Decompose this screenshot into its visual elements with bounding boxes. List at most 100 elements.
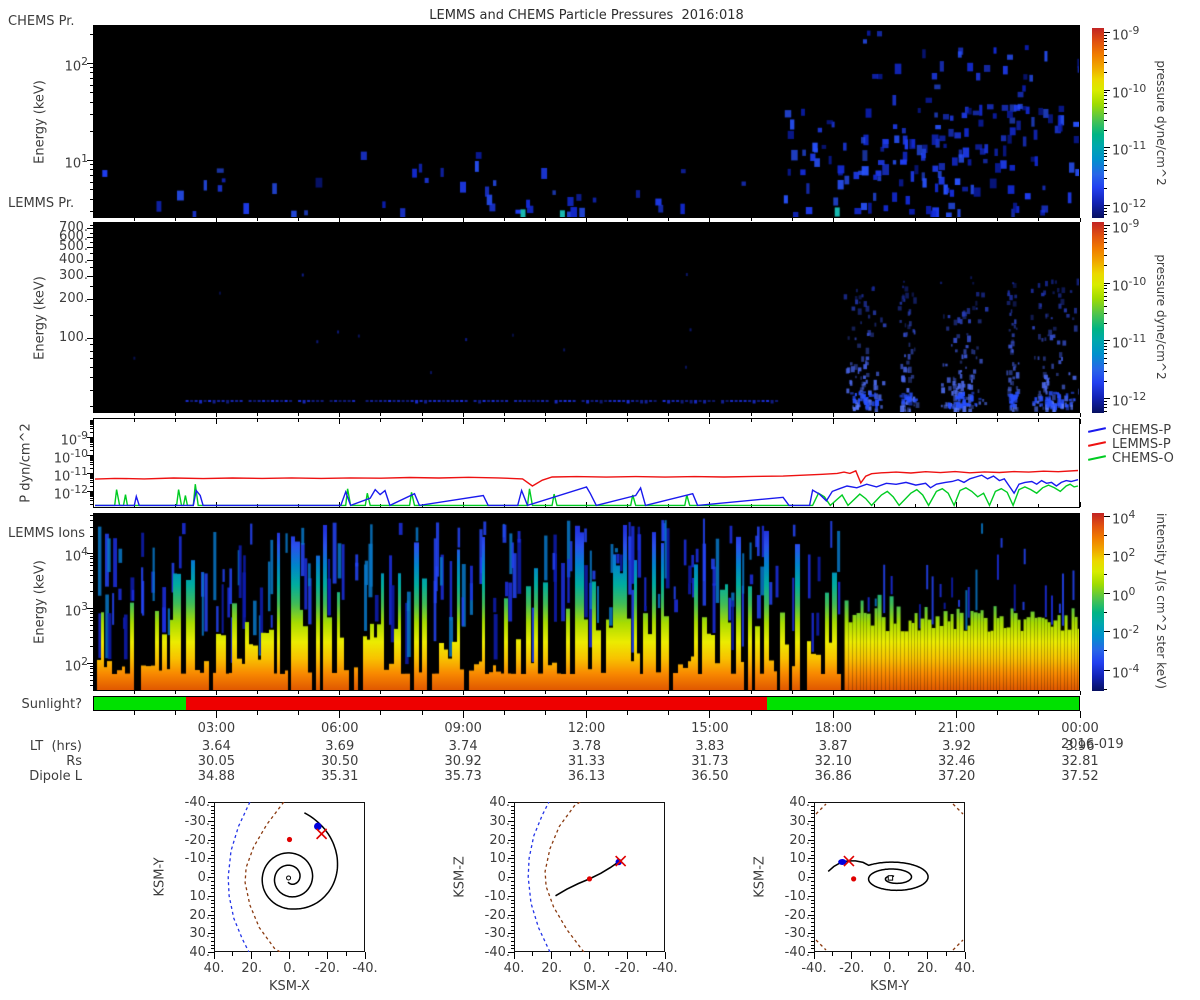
- cb-tick: [1104, 214, 1107, 216]
- cb-tick: [1104, 242, 1107, 244]
- x-tick: [421, 711, 423, 715]
- y-tick: [90, 679, 93, 681]
- y-tick: [90, 629, 93, 631]
- cb-tick: [1104, 49, 1107, 51]
- x-tick: [750, 691, 752, 694]
- time-tick-label: 09:00: [444, 721, 482, 736]
- x-tick: [750, 413, 752, 416]
- orbit-y-tick: [211, 937, 214, 938]
- x-tick: [503, 218, 505, 221]
- orbit-y-tick: [811, 873, 814, 875]
- orbit-y-tick: [511, 865, 514, 867]
- y-tick: [90, 253, 93, 255]
- y-tick-label: 104: [64, 545, 88, 565]
- y-tick: [90, 439, 93, 441]
- orbit-y-tick: [811, 813, 814, 815]
- x-tick: [462, 711, 464, 718]
- axis-row-value: 3.78: [572, 739, 601, 754]
- orbit-y-tick: [211, 940, 214, 942]
- cb-tick: [1104, 147, 1110, 149]
- orbit-y-axis-label: KSM-Y: [152, 857, 168, 897]
- x-tick: [503, 711, 505, 715]
- cb-tick-label: 100: [1112, 584, 1136, 605]
- sunlight-segment-shadow: [185, 697, 767, 710]
- cb-tick: [1104, 37, 1107, 39]
- x-tick: [709, 711, 711, 718]
- orbit-x-tick: [607, 952, 609, 956]
- cb-tick: [1104, 516, 1110, 517]
- orbit-x-tick-label: 40.: [954, 961, 976, 976]
- cb-tick: [1104, 265, 1107, 267]
- time-tick-label: 15:00: [691, 721, 729, 736]
- y-tick: [90, 460, 93, 462]
- y-tick: [90, 565, 93, 567]
- y-tick: [90, 492, 93, 494]
- y-tick: [90, 482, 93, 484]
- y-tick: [90, 232, 93, 234]
- orbit-curve: [227, 802, 251, 952]
- cb-tick: [1104, 230, 1107, 232]
- orbit-y-tick: [511, 832, 514, 833]
- cb-tick: [1104, 207, 1107, 209]
- y-tick: [90, 569, 93, 571]
- cb-tick: [1104, 410, 1107, 412]
- orbit-x-tick: [870, 952, 872, 956]
- x-tick: [339, 711, 341, 718]
- cb-tick-label: 10-10: [1112, 81, 1147, 102]
- y-tick: [90, 591, 93, 593]
- orbit-marker-dot: [586, 876, 593, 882]
- x-tick: [174, 691, 176, 694]
- orbit-y-tick: [811, 929, 814, 931]
- x-tick: [298, 413, 300, 416]
- cb-tick: [1104, 345, 1107, 347]
- y-tick: [90, 67, 93, 69]
- cb-tick: [1104, 282, 1110, 284]
- y-tick: [90, 671, 93, 673]
- orbit-y-tick: [511, 884, 514, 886]
- page-title: LEMMS and CHEMS Particle Pressures 2016:…: [429, 8, 744, 23]
- x-tick: [215, 711, 217, 718]
- y-tick: [90, 175, 93, 177]
- y-tick: [90, 444, 93, 446]
- sunlight-segment-lit: [766, 697, 1079, 710]
- x-tick: [257, 413, 258, 416]
- y-tick: [90, 646, 93, 648]
- x-tick: [174, 218, 176, 221]
- time-tick-label: 06:00: [321, 721, 359, 736]
- cb-tick: [1104, 650, 1107, 652]
- orbit-y-tick: [811, 937, 814, 938]
- orbit-y-tick: [511, 843, 514, 845]
- orbit-y-tick: [211, 884, 214, 886]
- orbit-y-tick: [511, 828, 514, 830]
- x-tick: [709, 218, 711, 222]
- cb-tick: [1104, 295, 1107, 297]
- y-tick: [90, 464, 93, 466]
- colorbar-label-chems: pressure dyne/cm^2: [1154, 60, 1168, 186]
- x-tick: [133, 413, 135, 416]
- orbit-x-tick-label: -40.: [352, 961, 378, 976]
- cb-tick: [1104, 343, 1107, 345]
- orbit-y-tick-label: -20.: [484, 907, 510, 923]
- y-tick: [90, 467, 93, 469]
- cb-tick: [1104, 170, 1107, 172]
- axis-row-value: 3.87: [818, 739, 848, 754]
- x-tick: [832, 711, 834, 718]
- y-tick: [90, 574, 93, 576]
- y-tick: [90, 558, 93, 560]
- y-tick: [90, 613, 93, 615]
- orbit-x-tick: [213, 952, 215, 959]
- y-tick: [90, 113, 93, 115]
- axis-row-value: 32.81: [1061, 754, 1099, 769]
- orbit-x-tick: [851, 952, 853, 959]
- axis-row-value: 30.50: [321, 754, 359, 769]
- time-tick-label: 18:00: [814, 721, 852, 736]
- orbit-y-tick: [511, 922, 514, 923]
- x-tick: [956, 218, 958, 222]
- x-tick: [586, 691, 587, 695]
- orbit-y-tick: [211, 899, 214, 901]
- y-tick: [90, 624, 93, 626]
- orbit-y-tick: [511, 937, 514, 938]
- y-tick: [90, 198, 93, 200]
- orbit-y-tick: [811, 903, 814, 905]
- cb-tick: [1104, 92, 1107, 94]
